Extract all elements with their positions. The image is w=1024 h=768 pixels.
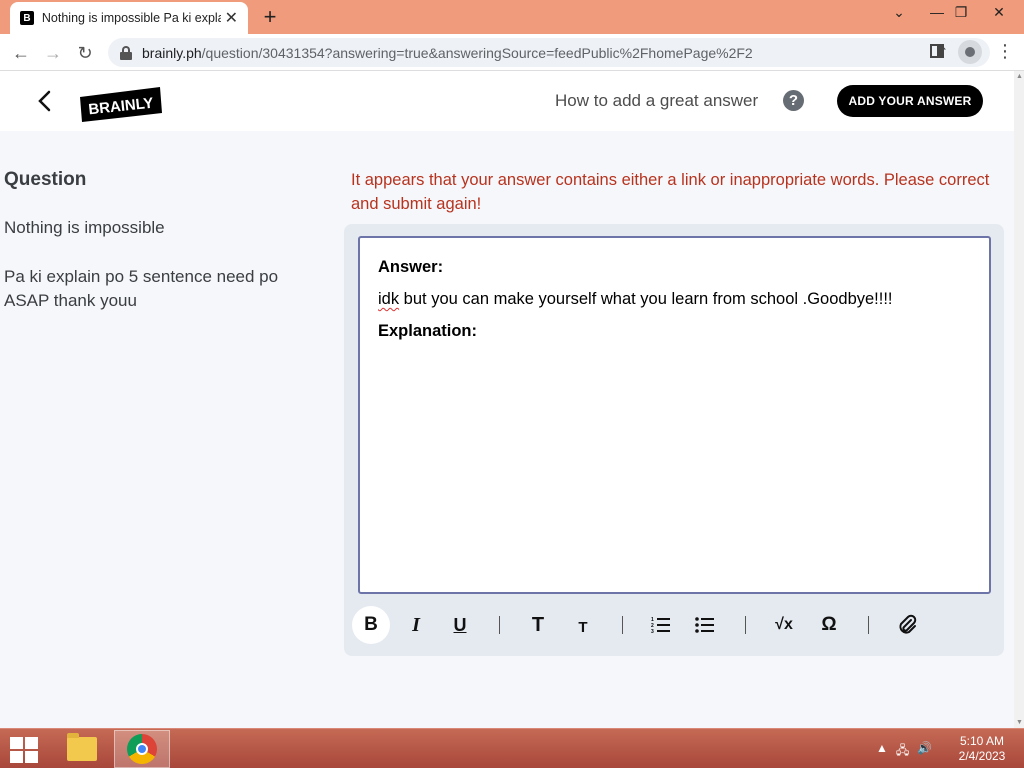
italic-icon: I [412, 613, 420, 636]
toolbar-divider [745, 616, 746, 634]
page-scrollbar[interactable]: ▲ ▼ [1014, 71, 1024, 728]
ordered-list-icon: 1 2 3 [651, 617, 670, 634]
heading-small-button[interactable]: T [564, 606, 602, 644]
site-header: BRAINLY How to add a great answer ? ADD … [0, 71, 1014, 131]
attachment-button[interactable] [888, 606, 926, 644]
side-panel-icon[interactable] [930, 44, 944, 58]
bold-button[interactable]: B [352, 606, 390, 644]
ordered-list-button[interactable]: 1 2 3 [642, 606, 680, 644]
system-tray: ▲ 🖧 🔊 [876, 741, 932, 762]
lock-icon[interactable] [120, 45, 132, 60]
symbol-button[interactable]: Ω [810, 606, 848, 644]
windows-start-icon[interactable] [8, 735, 40, 763]
bullet-list-icon [695, 617, 714, 633]
answer-label: Answer: [378, 258, 444, 276]
address-bar[interactable]: brainly.ph /question/30431354?answering=… [108, 38, 990, 67]
brainly-favicon-icon: B [20, 11, 34, 25]
tray-expand-icon[interactable]: ▲ [876, 741, 888, 762]
underline-button[interactable]: U [441, 606, 479, 644]
reload-icon[interactable]: ↻ [72, 40, 98, 66]
help-icon[interactable]: ? [783, 90, 804, 111]
paperclip-icon [899, 614, 917, 634]
volume-icon[interactable]: 🔊 [917, 741, 932, 762]
bold-icon: B [364, 614, 378, 635]
error-message: It appears that your answer contains eit… [351, 171, 990, 213]
clock-time: 5:10 AM [959, 734, 1005, 748]
toolbar-divider [868, 616, 869, 634]
browser-toolbar: ← → ↻ brainly.ph /question/30431354?answ… [0, 34, 1024, 71]
toolbar-divider [499, 616, 500, 634]
answer-text-rest: but you can make yourself what you learn… [399, 290, 893, 308]
browser-tab[interactable]: B Nothing is impossible Pa ki expla ✕ [10, 2, 248, 34]
scroll-down-icon[interactable]: ▼ [1016, 719, 1023, 726]
windows-taskbar: ▲ 🖧 🔊 5:10 AM 2/4/2023 [0, 728, 1024, 768]
italic-button[interactable]: I [397, 606, 435, 644]
bullet-list-button[interactable] [686, 606, 724, 644]
chrome-taskbar-icon[interactable] [114, 730, 170, 768]
format-toolbar: B I U T T 1 2 3 √x Ω [352, 606, 992, 646]
help-link[interactable]: How to add a great answer [555, 91, 758, 111]
heading-large-button[interactable]: T [519, 606, 557, 644]
question-title: Nothing is impossible [4, 218, 165, 237]
heading-small-icon: T [578, 618, 588, 636]
brainly-logo[interactable]: BRAINLY [80, 87, 162, 122]
url-path: /question/30431354?answering=true&answer… [201, 44, 753, 61]
tab-close-icon[interactable]: ✕ [225, 8, 238, 28]
svg-text:3: 3 [651, 629, 654, 634]
restore-icon[interactable]: ❐ [946, 4, 976, 21]
answer-editor: Answer: idk but you can make yourself wh… [344, 224, 1004, 656]
new-tab-icon[interactable]: + [258, 4, 282, 30]
page-content: BRAINLY How to add a great answer ? ADD … [0, 71, 1014, 728]
omega-icon: Ω [821, 614, 837, 635]
answer-textarea[interactable]: Answer: idk but you can make yourself wh… [358, 236, 991, 594]
back-arrow-icon[interactable] [33, 87, 57, 115]
question-body: Pa ki explain po 5 sentence need po ASAP… [4, 267, 279, 310]
misspelled-word: idk [378, 290, 400, 308]
math-icon: √x [775, 616, 793, 633]
clock-date: 2/4/2023 [958, 749, 1006, 763]
underline-icon: U [453, 614, 467, 635]
back-icon[interactable]: ← [8, 40, 34, 66]
tab-title: Nothing is impossible Pa ki expla [41, 11, 221, 25]
question-heading: Question [4, 169, 87, 190]
browser-tab-strip: B Nothing is impossible Pa ki expla ✕ + … [0, 0, 1024, 34]
scroll-up-icon[interactable]: ▲ [1016, 73, 1023, 80]
file-explorer-icon[interactable] [54, 730, 110, 768]
profile-icon[interactable] [958, 40, 982, 64]
system-clock[interactable]: 5:10 AM 2/4/2023 [952, 734, 1012, 764]
network-icon[interactable]: 🖧 [896, 741, 909, 762]
heading-large-icon: T [531, 613, 545, 636]
forward-icon[interactable]: → [40, 40, 66, 66]
menu-icon[interactable]: ⋮ [996, 42, 1014, 60]
explanation-label: Explanation: [378, 322, 478, 340]
toolbar-divider [622, 616, 623, 634]
math-button[interactable]: √x [765, 606, 803, 644]
close-window-icon[interactable]: ✕ [984, 4, 1014, 21]
answer-text: idk but you can make yourself what you l… [378, 288, 971, 310]
url-host: brainly.ph [142, 44, 202, 61]
add-your-answer-button[interactable]: ADD YOUR ANSWER [837, 85, 983, 117]
tab-search-icon[interactable]: ⌄ [884, 4, 914, 21]
